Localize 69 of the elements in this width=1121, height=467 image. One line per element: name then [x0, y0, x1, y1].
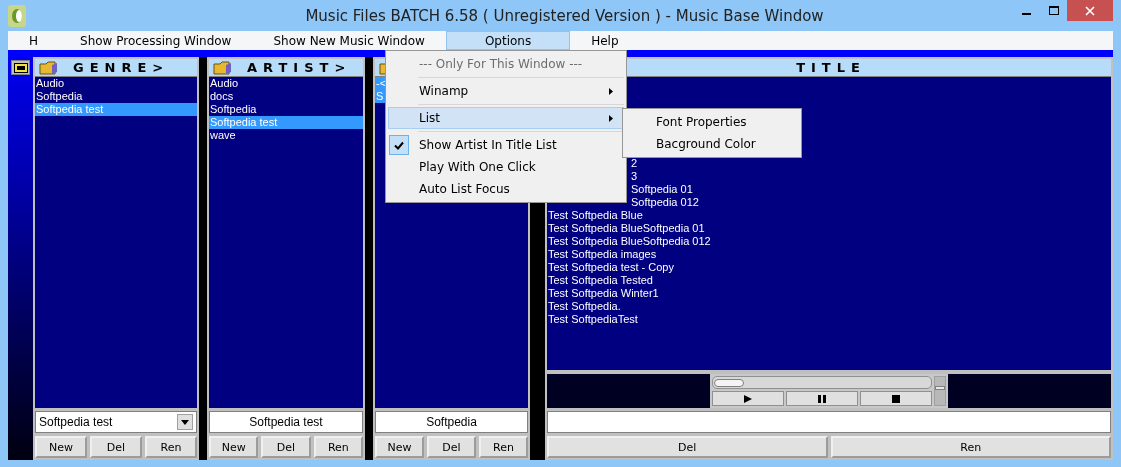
- action-button[interactable]: Ren: [145, 436, 197, 458]
- song-entry[interactable]: Test Softpedia BlueSoftpedia 01: [547, 222, 1111, 235]
- submenu-arrow-icon: [609, 114, 613, 122]
- stop-button[interactable]: [860, 391, 932, 406]
- action-button[interactable]: Del: [90, 436, 142, 458]
- song-entry[interactable]: Test Softpedia BlueSoftpedia 012: [547, 235, 1111, 248]
- menu-item[interactable]: Font Properties: [625, 111, 799, 133]
- menu-item[interactable]: Winamp: [388, 80, 624, 102]
- action-button[interactable]: New: [209, 436, 259, 458]
- menu-item[interactable]: Bacground Color: [625, 133, 799, 155]
- category-entry[interactable]: Softpedia: [35, 90, 197, 103]
- input-field[interactable]: Softpedia test: [209, 411, 363, 433]
- menu-item[interactable]: Auto List Focus: [388, 178, 624, 200]
- menu-item[interactable]: H: [8, 31, 60, 50]
- song-entry[interactable]: Test SoftpediaTest: [547, 313, 1111, 326]
- close-icon: [1085, 5, 1095, 16]
- menu-item[interactable]: Options: [445, 31, 571, 50]
- action-button[interactable]: Ren: [313, 436, 363, 458]
- column-title: TITLE: [796, 60, 866, 75]
- volume-slider[interactable]: [934, 376, 946, 406]
- input-field[interactable]: [547, 411, 1111, 433]
- submenu-arrow-icon: [609, 87, 613, 95]
- column-title: GENRE>: [73, 60, 170, 75]
- menu-item[interactable]: Show Processing Window: [59, 31, 253, 50]
- play-button[interactable]: [712, 391, 784, 406]
- category-entry[interactable]: Softpedia: [209, 103, 363, 116]
- action-button[interactable]: Del: [547, 436, 828, 458]
- minimize-icon: [1022, 13, 1031, 15]
- pause-icon: [818, 394, 826, 403]
- action-button[interactable]: Ren: [830, 436, 1111, 458]
- category-entry[interactable]: wave: [209, 129, 363, 142]
- volume-thumb[interactable]: [935, 386, 945, 391]
- category-entry[interactable]: Audio: [209, 77, 363, 90]
- play-icon: [744, 394, 752, 403]
- window-title: Music Files BATCH 6.58 ( Unregistered Version ) - Music Base Window: [304, 6, 825, 25]
- menu-item[interactable]: Show New Music Window: [252, 31, 446, 50]
- folder-icon: [213, 60, 233, 75]
- menu-item[interactable]: List: [388, 107, 624, 129]
- action-button[interactable]: Del: [261, 436, 311, 458]
- song-entry[interactable]: Test Softpedia.: [547, 300, 1111, 313]
- stop-icon: [892, 394, 900, 403]
- category-entry[interactable]: docs: [209, 90, 363, 103]
- column-title: ARTIST>: [247, 60, 352, 75]
- input-field[interactable]: Softpedia test: [35, 411, 197, 433]
- song-entry[interactable]: Test Softpedia Winter1: [547, 287, 1111, 300]
- action-button[interactable]: New: [375, 436, 424, 458]
- seek-thumb[interactable]: [714, 378, 745, 387]
- column-header[interactable]: ARTIST>: [209, 59, 363, 77]
- input-field[interactable]: Softpedia: [375, 411, 528, 433]
- folder-icon: [39, 60, 59, 75]
- caret-icon: [181, 419, 189, 425]
- action-button[interactable]: Ren: [479, 436, 528, 458]
- pause-button[interactable]: [786, 391, 858, 406]
- song-entry[interactable]: Test Softpedia Tested: [547, 274, 1111, 287]
- maximize-icon: [1048, 5, 1059, 16]
- dropdown-button[interactable]: [177, 414, 193, 430]
- song-entry[interactable]: Test Softpedia images: [547, 248, 1111, 261]
- song-entry[interactable]: Test Softpedia Blue: [547, 209, 1111, 222]
- action-button[interactable]: Del: [427, 436, 476, 458]
- category-entry[interactable]: Audio: [35, 77, 197, 90]
- menu-item[interactable]: Show Artist In Title List: [388, 134, 624, 156]
- column-header[interactable]: GENRE>: [35, 59, 197, 77]
- app-logo-icon: [8, 4, 26, 27]
- menu-item[interactable]: Help: [570, 31, 640, 50]
- seek-slider[interactable]: [712, 376, 932, 389]
- mb-icon[interactable]: [11, 60, 30, 75]
- menu-item[interactable]: Play With One Click: [388, 156, 624, 178]
- song-entry[interactable]: Test Softpedia test - Copy: [547, 261, 1111, 274]
- action-button[interactable]: New: [35, 436, 87, 458]
